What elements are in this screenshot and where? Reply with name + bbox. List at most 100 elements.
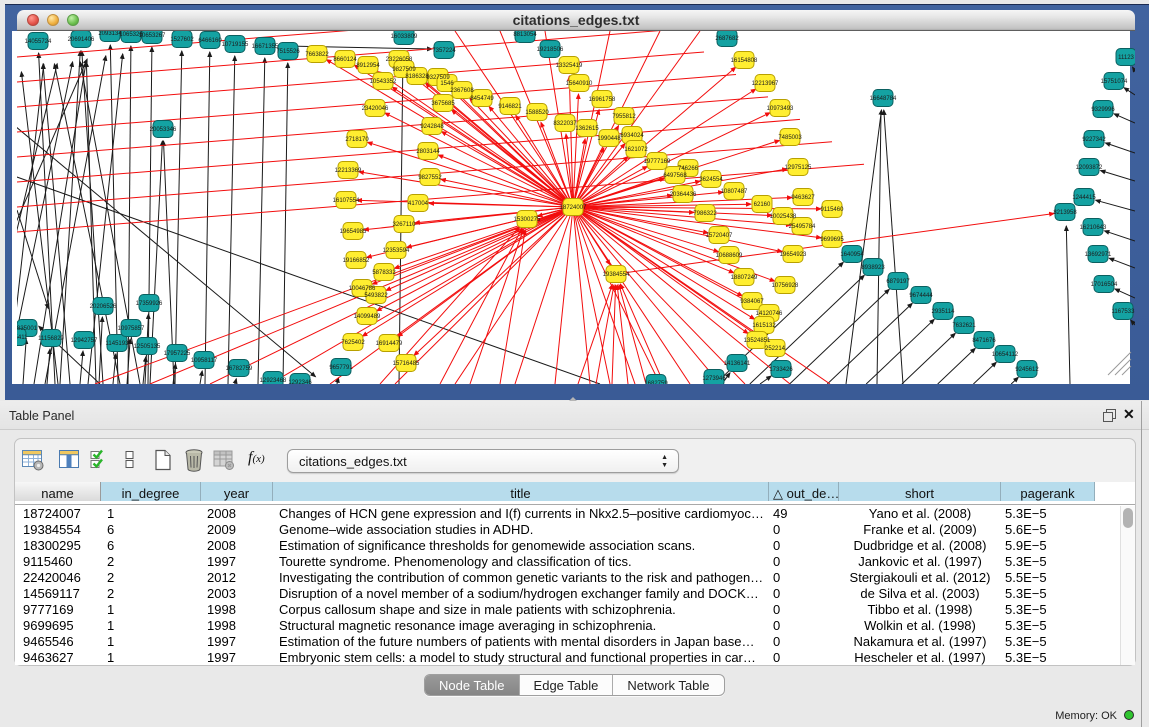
svg-text:10975857: 10975857 [118, 326, 145, 332]
svg-text:12942757: 12942757 [71, 338, 98, 344]
svg-text:9827509: 9827509 [392, 67, 416, 73]
svg-text:18724007: 18724007 [560, 205, 587, 211]
svg-text:1362615: 1362615 [575, 126, 599, 132]
svg-text:3624554: 3624554 [699, 177, 723, 183]
svg-text:23226058: 23226058 [386, 57, 413, 63]
svg-text:23420046: 23420046 [362, 106, 389, 112]
svg-text:1621072: 1621072 [624, 147, 648, 153]
svg-text:19384554: 19384554 [603, 272, 630, 278]
svg-text:16671355: 16671355 [252, 44, 279, 50]
svg-text:835001: 835001 [17, 326, 38, 332]
svg-text:9384067: 9384067 [740, 299, 764, 305]
svg-text:1990448: 1990448 [597, 136, 621, 142]
svg-text:1167533: 1167533 [1112, 309, 1135, 315]
svg-text:417004: 417004 [408, 201, 429, 207]
svg-text:11156829: 11156829 [38, 336, 64, 342]
svg-text:12923468: 12923468 [260, 378, 287, 384]
svg-text:2687682: 2687682 [715, 36, 739, 42]
svg-text:10046786: 10046786 [349, 286, 376, 292]
svg-text:13692971: 13692971 [1085, 252, 1112, 258]
svg-text:14055724: 14055724 [25, 39, 52, 45]
svg-text:1615132: 1615132 [752, 323, 776, 329]
svg-text:9657791: 9657791 [329, 365, 353, 371]
svg-text:15300275: 15300275 [514, 217, 541, 223]
svg-text:7955812: 7955812 [612, 114, 636, 120]
svg-text:62160: 62160 [754, 202, 771, 208]
svg-text:7986322: 7986322 [693, 211, 717, 217]
svg-text:20206526: 20206526 [90, 304, 117, 310]
svg-text:11123: 11123 [1118, 55, 1134, 61]
svg-text:9146821: 9146821 [498, 104, 522, 110]
svg-text:15751074: 15751074 [1101, 79, 1128, 85]
svg-text:15640910: 15640910 [566, 81, 593, 87]
svg-text:15716485: 15716485 [393, 361, 420, 367]
svg-text:18807249: 18807249 [731, 275, 758, 281]
svg-text:10756928: 10756928 [772, 283, 799, 289]
svg-text:10807487: 10807487 [721, 189, 748, 195]
svg-text:12213967: 12213967 [752, 81, 779, 87]
svg-text:12975125: 12975125 [785, 165, 812, 171]
svg-text:8938923: 8938923 [861, 265, 885, 271]
svg-text:8213958: 8213958 [1053, 210, 1077, 216]
svg-text:20364436: 20364436 [670, 192, 697, 198]
svg-text:8454749: 8454749 [470, 96, 494, 102]
svg-text:10654112: 10654112 [992, 352, 1019, 358]
svg-text:13325419: 13325419 [556, 63, 583, 69]
svg-text:6879197: 6879197 [886, 279, 910, 285]
svg-text:252214: 252214 [765, 346, 786, 352]
svg-text:10025438: 10025438 [770, 214, 797, 220]
svg-text:6934024: 6934024 [620, 133, 644, 139]
svg-text:9227342: 9227342 [1082, 137, 1106, 143]
svg-text:8912954: 8912954 [356, 63, 380, 69]
svg-text:6497568: 6497568 [663, 173, 687, 179]
svg-text:10653267: 10653267 [139, 33, 166, 39]
svg-text:7357224: 7357224 [432, 48, 456, 54]
svg-text:12093872: 12093872 [1076, 165, 1103, 171]
svg-text:1682759: 1682759 [644, 381, 668, 384]
svg-text:25495784: 25495784 [789, 224, 816, 230]
svg-text:3267110: 3267110 [393, 222, 417, 228]
svg-text:7625402: 7625402 [341, 340, 365, 346]
svg-text:1273946: 1273946 [702, 376, 726, 382]
svg-text:17016504: 17016504 [1091, 282, 1118, 288]
svg-text:10719155: 10719155 [222, 42, 249, 48]
svg-text:1588520: 1588520 [525, 110, 549, 116]
svg-text:19218506: 19218506 [537, 47, 564, 53]
svg-text:19166852: 19166852 [343, 258, 370, 264]
svg-text:16210643: 16210643 [1080, 225, 1107, 231]
svg-text:3915411: 3915411 [17, 335, 28, 341]
svg-text:10543352: 10543352 [370, 79, 397, 85]
svg-text:16154808: 16154808 [731, 58, 758, 64]
svg-text:746266: 746266 [678, 166, 699, 172]
svg-text:9245612: 9245612 [1015, 367, 1039, 373]
svg-text:12213369: 12213369 [335, 168, 362, 174]
svg-text:16961758: 16961758 [589, 97, 616, 103]
svg-text:9329996: 9329996 [1091, 107, 1115, 113]
svg-text:16782759: 16782759 [226, 366, 253, 372]
svg-text:12353594: 12353594 [383, 248, 410, 254]
svg-text:8813054: 8813054 [513, 32, 537, 38]
svg-text:15720407: 15720407 [706, 233, 733, 239]
svg-text:1292346: 1292346 [288, 380, 312, 384]
svg-text:17359926: 17359926 [136, 301, 163, 307]
svg-text:9463627: 9463627 [791, 195, 815, 201]
svg-text:16107554: 16107554 [333, 198, 360, 204]
svg-text:7632621: 7632621 [952, 323, 976, 329]
svg-text:19654923: 19654923 [780, 252, 807, 258]
svg-text:5493822: 5493822 [364, 293, 388, 299]
svg-text:20053346: 20053346 [150, 127, 177, 133]
svg-text:1733426: 1733426 [769, 367, 793, 373]
svg-text:10958117: 10958117 [191, 358, 218, 364]
svg-text:13524851: 13524851 [744, 338, 771, 344]
svg-text:1527602: 1527602 [170, 37, 194, 43]
svg-text:9115460: 9115460 [821, 207, 845, 213]
svg-text:9699695: 9699695 [820, 237, 844, 243]
svg-text:14136141: 14136141 [724, 361, 751, 367]
svg-text:10688609: 10688609 [716, 253, 743, 259]
svg-text:8322037: 8322037 [553, 121, 577, 127]
svg-text:8471676: 8471676 [972, 338, 996, 344]
svg-text:20691406: 20691406 [68, 37, 95, 43]
svg-text:8660124: 8660124 [333, 57, 357, 63]
svg-text:16033809: 16033809 [391, 34, 418, 40]
svg-text:9674444: 9674444 [909, 293, 933, 299]
